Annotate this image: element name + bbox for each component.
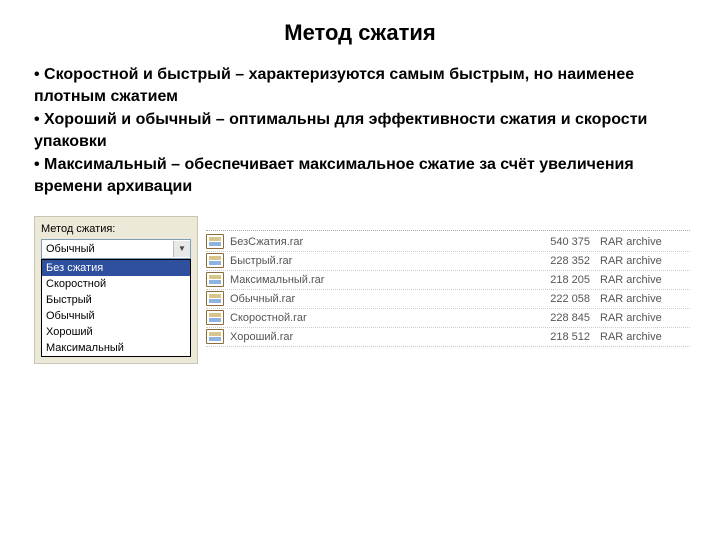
- file-name: Быстрый.rar: [230, 255, 520, 267]
- bullet-item: • Скоростной и быстрый – характеризуются…: [34, 64, 686, 107]
- dropdown-option[interactable]: Скоростной: [42, 276, 190, 292]
- archive-icon: [206, 310, 224, 325]
- dropdown-option[interactable]: Максимальный: [42, 340, 190, 356]
- file-size: 228 845: [520, 312, 600, 324]
- table-row[interactable]: Хороший.rar 218 512 RAR archive: [206, 328, 690, 347]
- file-type: RAR archive: [600, 236, 690, 248]
- dropdown-list[interactable]: Без сжатия Скоростной Быстрый Обычный Хо…: [41, 259, 191, 357]
- file-size: 228 352: [520, 255, 600, 267]
- file-name: Максимальный.rar: [230, 274, 520, 286]
- chevron-down-icon[interactable]: ▼: [173, 241, 190, 257]
- file-type: RAR archive: [600, 331, 690, 343]
- bullet-text: Максимальный – обеспечивает максимальное…: [34, 156, 634, 195]
- dropdown-label: Метод сжатия:: [41, 223, 191, 235]
- bullet-text: Хороший и обычный – оптимальны для эффек…: [34, 111, 647, 150]
- column-header-row: [206, 216, 690, 231]
- file-name: Хороший.rar: [230, 331, 520, 343]
- file-type: RAR archive: [600, 293, 690, 305]
- compression-combobox[interactable]: Обычный ▼: [41, 239, 191, 259]
- dropdown-option[interactable]: Хороший: [42, 324, 190, 340]
- dropdown-option[interactable]: Быстрый: [42, 292, 190, 308]
- archive-icon: [206, 291, 224, 306]
- table-row[interactable]: БезСжатия.rar 540 375 RAR archive: [206, 233, 690, 252]
- dropdown-option[interactable]: Без сжатия: [42, 260, 190, 276]
- bullet-list: • Скоростной и быстрый – характеризуются…: [30, 64, 690, 198]
- file-type: RAR archive: [600, 255, 690, 267]
- table-row[interactable]: Скоростной.rar 228 845 RAR archive: [206, 309, 690, 328]
- bullet-text: Скоростной и быстрый – характеризуются с…: [34, 66, 634, 105]
- archive-icon: [206, 234, 224, 249]
- archive-icon: [206, 329, 224, 344]
- compression-dropdown-panel: Метод сжатия: Обычный ▼ Без сжатия Скоро…: [34, 216, 198, 364]
- combobox-value: Обычный: [46, 243, 95, 255]
- screenshots-row: Метод сжатия: Обычный ▼ Без сжатия Скоро…: [30, 216, 690, 364]
- bullet-item: • Хороший и обычный – оптимальны для эфф…: [34, 109, 686, 152]
- bullet-item: • Максимальный – обеспечивает максимальн…: [34, 154, 686, 197]
- file-size: 540 375: [520, 236, 600, 248]
- file-type: RAR archive: [600, 312, 690, 324]
- file-name: БезСжатия.rar: [230, 236, 520, 248]
- table-row[interactable]: Обычный.rar 222 058 RAR archive: [206, 290, 690, 309]
- page-title: Метод сжатия: [30, 20, 690, 46]
- file-size: 222 058: [520, 293, 600, 305]
- table-row[interactable]: Быстрый.rar 228 352 RAR archive: [206, 252, 690, 271]
- file-size: 218 512: [520, 331, 600, 343]
- file-name: Обычный.rar: [230, 293, 520, 305]
- file-size: 218 205: [520, 274, 600, 286]
- file-type: RAR archive: [600, 274, 690, 286]
- dropdown-option[interactable]: Обычный: [42, 308, 190, 324]
- file-name: Скоростной.rar: [230, 312, 520, 324]
- table-row[interactable]: Максимальный.rar 218 205 RAR archive: [206, 271, 690, 290]
- archive-icon: [206, 272, 224, 287]
- file-list-panel: БезСжатия.rar 540 375 RAR archive Быстры…: [206, 216, 690, 347]
- archive-icon: [206, 253, 224, 268]
